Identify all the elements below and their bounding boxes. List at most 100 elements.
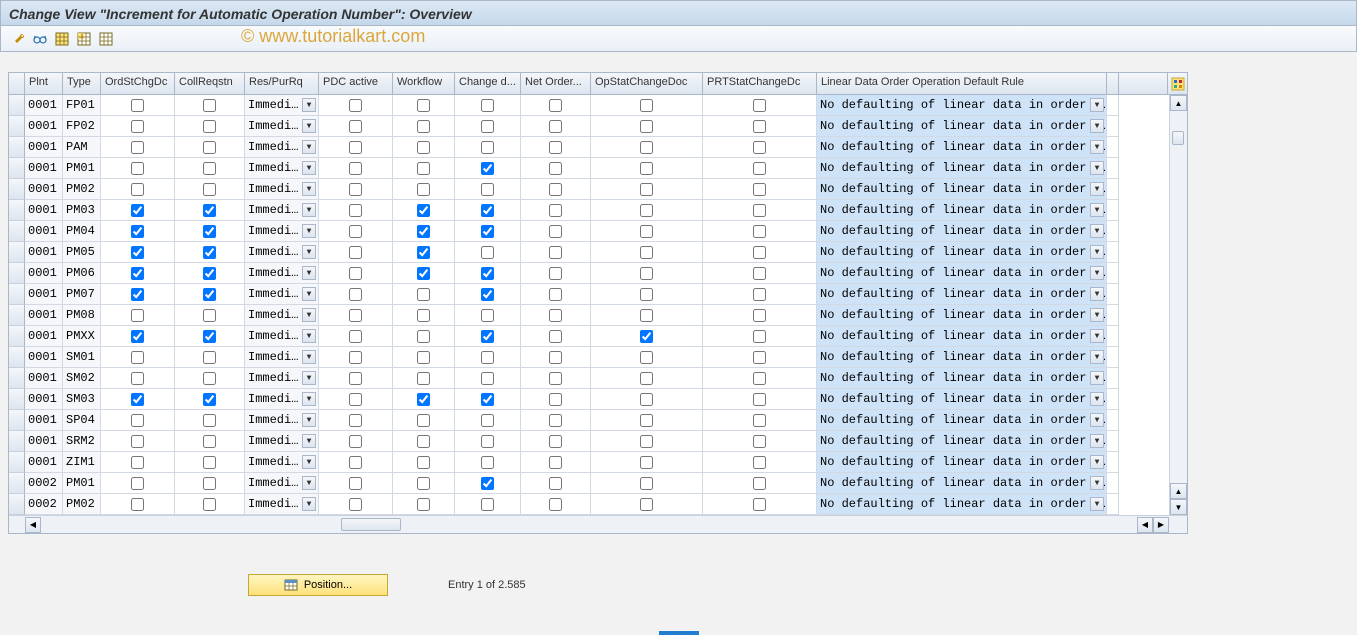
prtstat-checkbox[interactable] [753,393,766,406]
type-input[interactable] [63,179,100,199]
collreq-checkbox[interactable] [203,120,216,133]
prtstat-checkbox[interactable] [753,330,766,343]
opstat-checkbox[interactable] [640,330,653,343]
cell-respur[interactable]: Immedi…▼ [245,389,319,410]
changed-checkbox[interactable] [481,372,494,385]
cell-plnt[interactable] [25,242,63,263]
ordst-checkbox[interactable] [131,456,144,469]
collreq-checkbox[interactable] [203,456,216,469]
plnt-input[interactable] [25,347,62,367]
chevron-down-icon[interactable]: ▼ [302,140,316,154]
cell-type[interactable] [63,284,101,305]
chevron-down-icon[interactable]: ▼ [1090,119,1104,133]
chevron-down-icon[interactable]: ▼ [302,329,316,343]
chevron-down-icon[interactable]: ▼ [302,476,316,490]
plnt-input[interactable] [25,200,62,220]
collreq-checkbox[interactable] [203,204,216,217]
col-header-workflow[interactable]: Workflow [393,73,455,94]
netorder-checkbox[interactable] [549,141,562,154]
pdc-checkbox[interactable] [349,351,362,364]
table-select-all-icon[interactable] [53,30,71,48]
collreq-checkbox[interactable] [203,435,216,448]
type-input[interactable] [63,494,100,514]
ordst-checkbox[interactable] [131,309,144,322]
pdc-checkbox[interactable] [349,141,362,154]
cell-plnt[interactable] [25,95,63,116]
netorder-checkbox[interactable] [549,351,562,364]
collreq-checkbox[interactable] [203,183,216,196]
workflow-checkbox[interactable] [417,225,430,238]
cell-type[interactable] [63,200,101,221]
cell-type[interactable] [63,242,101,263]
opstat-checkbox[interactable] [640,120,653,133]
cell-plnt[interactable] [25,473,63,494]
changed-checkbox[interactable] [481,309,494,322]
plnt-input[interactable] [25,284,62,304]
collreq-checkbox[interactable] [203,246,216,259]
cell-plnt[interactable] [25,347,63,368]
pdc-checkbox[interactable] [349,498,362,511]
pdc-checkbox[interactable] [349,246,362,259]
ordst-checkbox[interactable] [131,120,144,133]
ordst-checkbox[interactable] [131,288,144,301]
collreq-checkbox[interactable] [203,351,216,364]
chevron-down-icon[interactable]: ▼ [302,497,316,511]
workflow-checkbox[interactable] [417,372,430,385]
header-row-selector[interactable] [9,73,25,94]
chevron-down-icon[interactable]: ▼ [302,182,316,196]
chevron-down-icon[interactable]: ▼ [1090,182,1104,196]
ordst-checkbox[interactable] [131,225,144,238]
collreq-checkbox[interactable] [203,498,216,511]
scroll-down-step-icon[interactable]: ▲ [1170,483,1187,499]
type-input[interactable] [63,137,100,157]
plnt-input[interactable] [25,431,62,451]
cell-linear[interactable]: No defaulting of linear data in order o…… [817,389,1107,410]
cell-linear[interactable]: No defaulting of linear data in order o…… [817,494,1107,515]
changed-checkbox[interactable] [481,288,494,301]
pdc-checkbox[interactable] [349,393,362,406]
cell-respur[interactable]: Immedi…▼ [245,494,319,515]
row-selector[interactable] [9,158,25,179]
chevron-down-icon[interactable]: ▼ [1090,161,1104,175]
prtstat-checkbox[interactable] [753,99,766,112]
type-input[interactable] [63,200,100,220]
row-selector[interactable] [9,368,25,389]
row-selector[interactable] [9,431,25,452]
netorder-checkbox[interactable] [549,225,562,238]
cell-type[interactable] [63,452,101,473]
ordst-checkbox[interactable] [131,267,144,280]
collreq-checkbox[interactable] [203,99,216,112]
cell-type[interactable] [63,263,101,284]
chevron-down-icon[interactable]: ▼ [302,161,316,175]
glasses-icon[interactable] [31,30,49,48]
cell-plnt[interactable] [25,326,63,347]
row-selector[interactable] [9,200,25,221]
plnt-input[interactable] [25,95,62,115]
prtstat-checkbox[interactable] [753,162,766,175]
cell-respur[interactable]: Immedi…▼ [245,137,319,158]
plnt-input[interactable] [25,368,62,388]
prtstat-checkbox[interactable] [753,246,766,259]
cell-linear[interactable]: No defaulting of linear data in order o…… [817,179,1107,200]
col-header-changed[interactable]: Change d... [455,73,521,94]
cell-plnt[interactable] [25,221,63,242]
chevron-down-icon[interactable]: ▼ [1090,287,1104,301]
type-input[interactable] [63,221,100,241]
cell-linear[interactable]: No defaulting of linear data in order o…… [817,410,1107,431]
prtstat-checkbox[interactable] [753,456,766,469]
collreq-checkbox[interactable] [203,393,216,406]
changed-checkbox[interactable] [481,330,494,343]
prtstat-checkbox[interactable] [753,141,766,154]
ordst-checkbox[interactable] [131,435,144,448]
cell-respur[interactable]: Immedi…▼ [245,242,319,263]
chevron-down-icon[interactable]: ▼ [302,98,316,112]
cell-linear[interactable]: No defaulting of linear data in order o…… [817,242,1107,263]
ordst-checkbox[interactable] [131,351,144,364]
col-header-prtstat[interactable]: PRTStatChangeDc [703,73,817,94]
cell-respur[interactable]: Immedi…▼ [245,452,319,473]
opstat-checkbox[interactable] [640,246,653,259]
cell-respur[interactable]: Immedi…▼ [245,158,319,179]
type-input[interactable] [63,116,100,136]
row-selector[interactable] [9,263,25,284]
cell-plnt[interactable] [25,452,63,473]
